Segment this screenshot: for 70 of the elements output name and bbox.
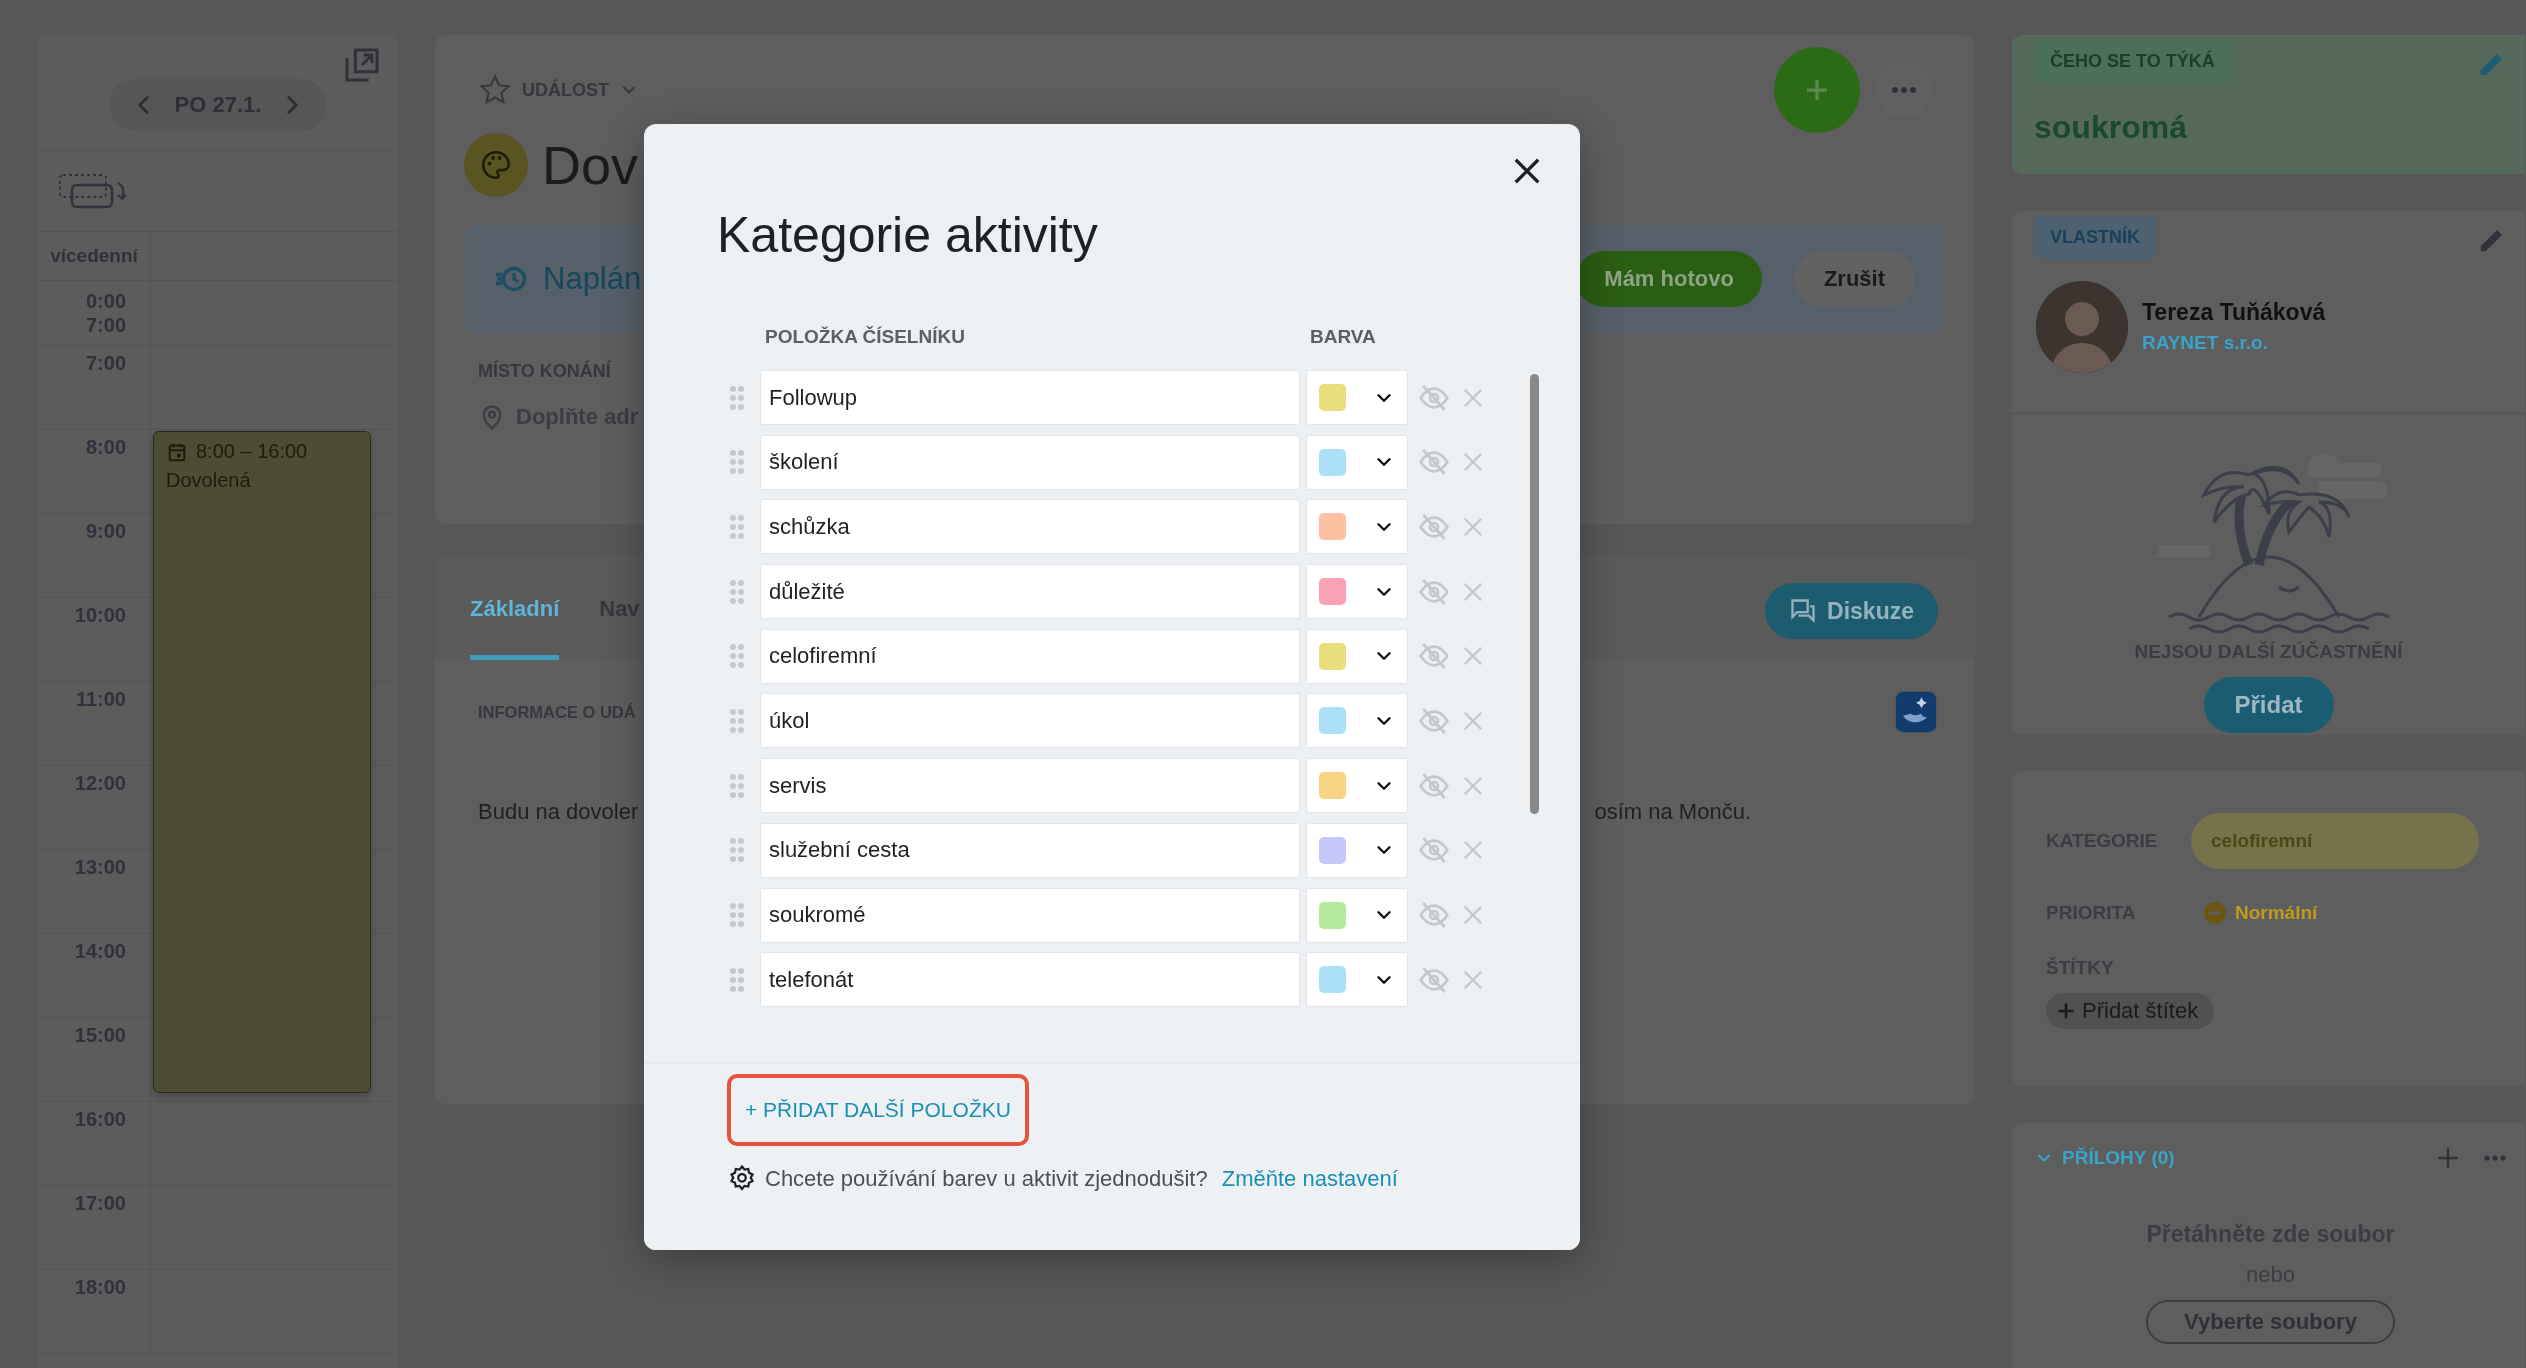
category-name-field[interactable]: důležité bbox=[760, 564, 1300, 620]
drag-handle-icon[interactable] bbox=[730, 837, 744, 864]
ai-assistant-icon[interactable] bbox=[1894, 690, 1938, 734]
color-select[interactable] bbox=[1306, 822, 1408, 878]
color-select[interactable] bbox=[1306, 628, 1408, 684]
column-header: POLOŽKA ČÍSELNÍKU bbox=[765, 326, 966, 348]
category-name-field[interactable]: servis bbox=[760, 758, 1300, 814]
category-name-field[interactable]: úkol bbox=[760, 693, 1300, 749]
delete-icon[interactable] bbox=[1462, 386, 1484, 409]
multi-day-toggle-icon[interactable] bbox=[58, 171, 130, 211]
discussion-button[interactable]: Diskuze bbox=[1765, 583, 1938, 639]
column-header: BARVA bbox=[1310, 326, 1376, 348]
category-name-field[interactable]: Followup bbox=[760, 370, 1300, 425]
description-text: Budu na dovoler bbox=[478, 799, 639, 825]
drag-handle-icon[interactable] bbox=[730, 449, 744, 476]
activity-title: Dov bbox=[542, 134, 639, 196]
delete-icon[interactable] bbox=[1462, 645, 1484, 668]
color-select[interactable] bbox=[1306, 434, 1408, 490]
more-icon[interactable] bbox=[2483, 1154, 2507, 1163]
owner-name[interactable]: Tereza Tuňáková bbox=[2142, 299, 2326, 327]
hide-icon[interactable] bbox=[1418, 899, 1450, 931]
star-icon[interactable] bbox=[478, 73, 512, 107]
more-icon bbox=[1891, 86, 1917, 94]
delete-icon[interactable] bbox=[1462, 968, 1484, 991]
add-participant-button[interactable]: Přidat bbox=[2203, 676, 2334, 733]
drag-handle-icon[interactable] bbox=[730, 384, 744, 411]
hint-text: Chcete používání barev u aktivit zjednodušit? bbox=[765, 1166, 1208, 1192]
delete-icon[interactable] bbox=[1462, 515, 1484, 538]
category-name-field[interactable]: služební cesta bbox=[760, 822, 1300, 878]
color-select[interactable] bbox=[1306, 887, 1408, 943]
color-select[interactable] bbox=[1306, 758, 1408, 814]
tab[interactable]: Základní bbox=[470, 596, 560, 660]
category-name-field[interactable]: školení bbox=[760, 434, 1300, 490]
delete-icon[interactable] bbox=[1462, 709, 1484, 732]
add-tag-button[interactable]: Přidat štítek bbox=[2046, 992, 2215, 1029]
color-select[interactable] bbox=[1306, 370, 1408, 425]
scrollbar[interactable] bbox=[1530, 374, 1539, 814]
color-select[interactable] bbox=[1306, 564, 1408, 620]
chat-icon bbox=[1789, 597, 1818, 625]
color-select[interactable] bbox=[1306, 499, 1408, 555]
add-item-button[interactable]: + PŘIDAT DALŠÍ POLOŽKU bbox=[727, 1074, 1029, 1146]
drag-handle-icon[interactable] bbox=[730, 902, 744, 928]
drag-handle-icon[interactable] bbox=[730, 772, 744, 799]
category-name-field[interactable]: celofiremní bbox=[760, 628, 1300, 684]
subject-value[interactable]: soukromá bbox=[2034, 109, 2503, 146]
delete-icon[interactable] bbox=[1462, 774, 1484, 797]
dialog-title: Kategorie aktivity bbox=[717, 206, 1098, 265]
color-select[interactable] bbox=[1306, 952, 1408, 1008]
category-name-field[interactable]: soukromé bbox=[760, 887, 1300, 943]
color-select[interactable] bbox=[1306, 693, 1408, 749]
delete-icon[interactable] bbox=[1462, 580, 1484, 603]
drag-handle-icon[interactable] bbox=[730, 966, 744, 993]
delete-icon[interactable] bbox=[1462, 451, 1484, 474]
delete-icon[interactable] bbox=[1462, 904, 1484, 926]
category-name-field[interactable]: telefonát bbox=[760, 952, 1300, 1008]
drag-handle-icon[interactable] bbox=[730, 643, 744, 670]
drag-handle-icon[interactable] bbox=[730, 513, 744, 540]
company-link[interactable]: RAYNET s.r.o. bbox=[2142, 332, 2326, 355]
drag-handle-icon[interactable] bbox=[730, 578, 744, 605]
priority-field[interactable]: Normální bbox=[2203, 900, 2318, 925]
settings-link[interactable]: Změňte nastavení bbox=[1221, 1166, 1398, 1192]
delete-icon[interactable] bbox=[1462, 839, 1484, 862]
category-name-field[interactable]: schůzka bbox=[760, 499, 1300, 555]
description-text: osím na Monču. bbox=[1594, 799, 1751, 825]
status-label: Naplán bbox=[543, 261, 643, 297]
cancel-button[interactable]: Zrušit bbox=[1793, 251, 1915, 307]
close-icon bbox=[1512, 156, 1542, 186]
minus-circle-icon bbox=[2203, 900, 2227, 925]
attachments-toggle[interactable]: PŘÍLOHY (0) bbox=[2062, 1147, 2427, 1170]
drag-handle-icon[interactable] bbox=[730, 707, 744, 734]
